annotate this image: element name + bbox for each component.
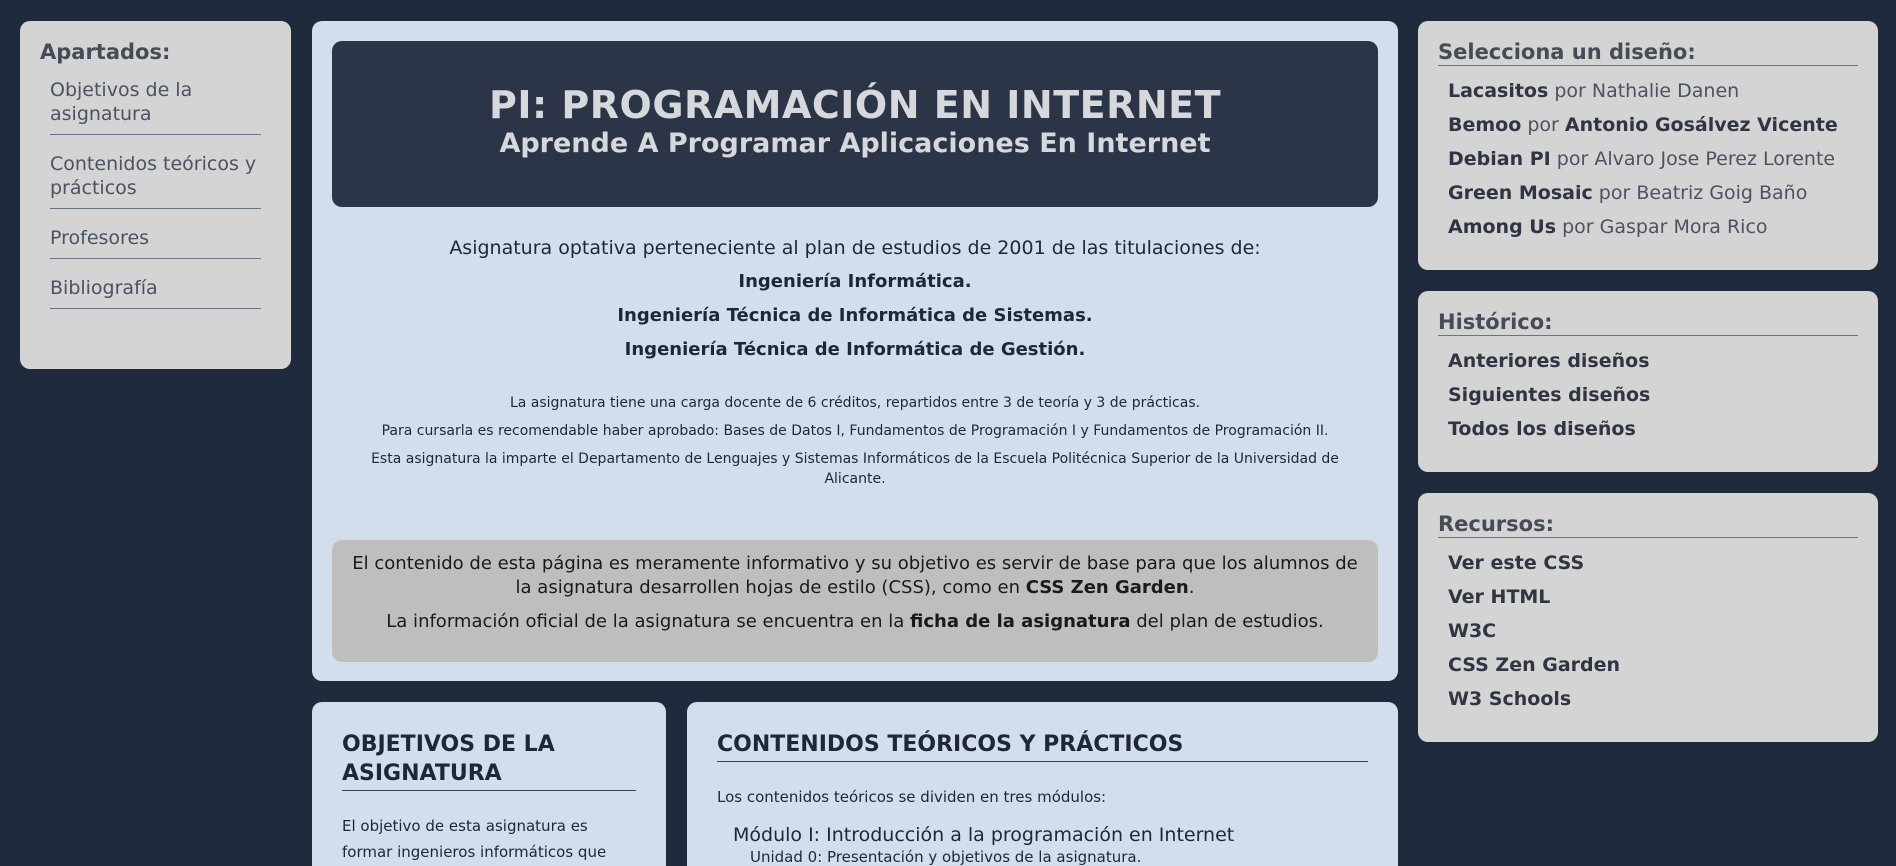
sections-nav: Apartados: Objetivos de la asignatura Co… [20,21,291,369]
design-author-link[interactable]: Antonio Gosálvez Vicente [1565,114,1838,136]
module-title: Módulo I: Introducción a la programación… [733,824,1235,846]
design-item: Lacasitos por Nathalie Danen [1448,74,1858,108]
design-author: Beatriz Goig Baño [1636,182,1808,204]
design-selector: Selecciona un diseño: Lacasitos por Nath… [1418,21,1878,270]
design-link-bemoo[interactable]: Bemoo [1448,114,1521,136]
credits-text: La asignatura tiene una carga docente de… [509,395,1201,411]
resources-title: Recursos: [1438,512,1858,538]
degree-item: Ingeniería Técnica de Informática de Ges… [624,339,1086,360]
contenidos-intro: Los contenidos teóricos se dividen en tr… [717,788,1107,806]
by-text: por [1554,80,1586,102]
nav-item-objetivos: Objetivos de la asignatura [50,76,261,135]
history-link-previous[interactable]: Anteriores diseños [1448,344,1858,378]
css-zen-garden-link[interactable]: CSS Zen Garden [1026,577,1189,598]
history-link-next[interactable]: Siguientes diseños [1448,378,1858,412]
by-text: por [1562,216,1594,238]
design-item: Debian PI por Alvaro Jose Perez Lorente [1448,142,1858,176]
resources-box: Recursos: Ver este CSS Ver HTML W3C CSS … [1418,493,1878,742]
nav-item-profesores: Profesores [50,224,261,259]
resource-link-w3schools[interactable]: W3 Schools [1448,682,1858,716]
ficha-asignatura-link[interactable]: ficha de la asignatura [910,611,1131,632]
objetivos-text: El objetivo de esta asignatura es formar… [342,817,607,861]
by-text: por [1556,148,1589,170]
sections-nav-title: Apartados: [40,40,171,64]
resource-link-w3c[interactable]: W3C [1448,614,1858,648]
nav-link-bibliografia[interactable]: Bibliografía [50,277,158,299]
prerequisites-text: Para cursarla es recomendable haber apro… [381,423,1329,439]
contenidos-section: CONTENIDOS TEÓRICOS Y PRÁCTICOS Los cont… [687,702,1398,866]
design-author: Alvaro Jose Perez Lorente [1594,148,1836,170]
contenidos-title: CONTENIDOS TEÓRICOS Y PRÁCTICOS [717,730,1368,762]
design-item: Green Mosaic por Beatriz Goig Baño [1448,176,1858,210]
note-text: del plan de estudios. [1130,611,1324,632]
resource-link-zen-garden[interactable]: CSS Zen Garden [1448,648,1858,682]
intro-section: Asignatura optativa perteneciente al pla… [332,235,1378,497]
objetivos-title: OBJETIVOS DE LA ASIGNATURA [342,730,636,791]
design-link-among-us[interactable]: Among Us [1448,216,1556,238]
nav-link-objetivos[interactable]: Objetivos de la asignatura [50,79,192,125]
page-subtitle: Aprende A Programar Aplicaciones En Inte… [499,128,1211,159]
by-text: por [1527,114,1559,136]
design-author: Nathalie Danen [1591,80,1740,102]
note-text: El contenido de esta página es meramente… [352,553,1358,598]
nav-item-contenidos: Contenidos teóricos y prácticos [50,150,261,209]
page: Apartados: Objetivos de la asignatura Co… [0,0,1896,866]
resource-link-css[interactable]: Ver este CSS [1448,546,1858,580]
nav-item-bibliografia: Bibliografía [50,274,261,309]
design-link-debian-pi[interactable]: Debian PI [1448,148,1551,170]
main-panel: PI: PROGRAMACIÓN EN INTERNET Aprende A P… [312,21,1398,681]
design-item: Bemoo por Antonio Gosálvez Vicente [1448,108,1858,142]
design-selector-title: Selecciona un diseño: [1438,40,1858,66]
resource-link-html[interactable]: Ver HTML [1448,580,1858,614]
note-text: La información oficial de la asignatura … [386,611,910,632]
unit-item: Unidad 0: Presentación y objetivos de la… [750,848,1142,866]
design-link-lacasitos[interactable]: Lacasitos [1448,80,1548,102]
info-note: El contenido de esta página es meramente… [332,540,1378,662]
note-paragraph: La información oficial de la asignatura … [342,610,1368,634]
design-link-green-mosaic[interactable]: Green Mosaic [1448,182,1593,204]
intro-lead: Asignatura optativa perteneciente al pla… [449,237,1261,259]
note-text: . [1188,577,1195,598]
design-item: Among Us por Gaspar Mora Rico [1448,210,1858,244]
nav-link-profesores[interactable]: Profesores [50,227,149,249]
nav-link-contenidos[interactable]: Contenidos teóricos y prácticos [50,153,256,199]
note-paragraph: El contenido de esta página es meramente… [342,552,1368,600]
degree-item: Ingeniería Técnica de Informática de Sis… [617,305,1093,326]
by-text: por [1598,182,1631,204]
history-box: Histórico: Anteriores diseños Siguientes… [1418,291,1878,472]
page-title: PI: PROGRAMACIÓN EN INTERNET [488,83,1222,127]
history-link-all[interactable]: Todos los diseños [1448,412,1858,446]
page-header: PI: PROGRAMACIÓN EN INTERNET Aprende A P… [332,41,1378,207]
objetivos-section: OBJETIVOS DE LA ASIGNATURA El objetivo d… [312,702,666,866]
degree-item: Ingeniería Informática. [738,271,972,292]
history-title: Histórico: [1438,310,1858,336]
design-author: Gaspar Mora Rico [1599,216,1768,238]
department-text: Esta asignatura la imparte el Departamen… [371,451,1339,487]
